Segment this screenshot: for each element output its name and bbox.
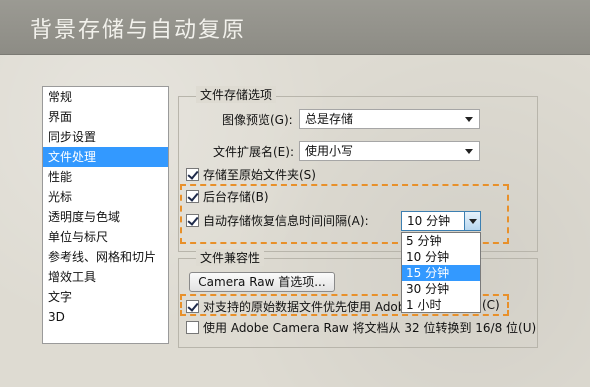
category-cursors[interactable]: 光标 xyxy=(43,187,168,207)
convert-acr-label: 使用 Adobe Camera Raw 将文档从 32 位转换到 16/8 位(… xyxy=(203,321,537,335)
auto-save-interval-value: 10 分钟 xyxy=(407,214,451,228)
interval-option-1hour[interactable]: 1 小时 xyxy=(402,297,480,313)
interval-option-5min[interactable]: 5 分钟 xyxy=(402,233,480,249)
header-banner: 背景存储与自动复原 xyxy=(0,0,590,55)
file-compatibility-title: 文件兼容性 xyxy=(196,249,265,266)
image-preview-value: 总是存储 xyxy=(305,112,354,126)
chevron-down-icon xyxy=(465,149,473,154)
interval-option-10min[interactable]: 10 分钟 xyxy=(402,249,480,265)
auto-save-interval-select[interactable]: 10 分钟 xyxy=(401,211,481,231)
prefer-acr-checkbox[interactable] xyxy=(186,300,199,313)
category-list[interactable]: 常规 界面 同步设置 文件处理 性能 光标 透明度与色域 单位与标尺 参考线、网… xyxy=(42,86,169,344)
category-units-rulers[interactable]: 单位与标尺 xyxy=(43,227,168,247)
interval-option-30min[interactable]: 30 分钟 xyxy=(402,281,480,297)
file-save-options-title: 文件存储选项 xyxy=(196,86,277,103)
category-general[interactable]: 常规 xyxy=(43,87,168,107)
category-transparency-gamut[interactable]: 透明度与色域 xyxy=(43,207,168,227)
background-save-checkbox[interactable] xyxy=(186,190,199,203)
interval-option-15min[interactable]: 15 分钟 xyxy=(402,265,480,281)
prefer-acr-label: 对支持的原始数据文件优先使用 Adob xyxy=(203,300,406,314)
save-original-folder-label: 存储至原始文件夹(S) xyxy=(203,168,316,182)
file-extension-label: 文件扩展名(E): xyxy=(213,145,294,159)
file-extension-select[interactable]: 使用小写 xyxy=(299,141,480,161)
category-interface[interactable]: 界面 xyxy=(43,107,168,127)
auto-save-checkbox[interactable] xyxy=(186,214,199,227)
banner-title: 背景存储与自动复原 xyxy=(30,18,247,43)
chevron-down-icon xyxy=(465,117,473,122)
auto-save-label: 自动存储恢复信息时间间隔(A): xyxy=(203,214,369,228)
interval-dropdown-list[interactable]: 5 分钟 10 分钟 15 分钟 30 分钟 1 小时 xyxy=(401,232,481,313)
image-preview-select[interactable]: 总是存储 xyxy=(299,109,480,129)
category-performance[interactable]: 性能 xyxy=(43,167,168,187)
save-original-folder-checkbox[interactable] xyxy=(186,168,199,181)
file-extension-value: 使用小写 xyxy=(305,144,354,158)
category-plugins[interactable]: 增效工具 xyxy=(43,267,168,287)
image-preview-label: 图像预览(G): xyxy=(222,113,293,127)
chevron-down-icon xyxy=(469,219,477,224)
category-type[interactable]: 文字 xyxy=(43,287,168,307)
convert-acr-checkbox[interactable] xyxy=(186,321,199,334)
background-save-label: 后台存储(B) xyxy=(203,190,269,204)
prefer-acr-label-tail: (C) xyxy=(482,298,500,312)
category-guides-grid-slices[interactable]: 参考线、网格和切片 xyxy=(43,247,168,267)
category-sync-settings[interactable]: 同步设置 xyxy=(43,127,168,147)
category-3d[interactable]: 3D xyxy=(43,307,168,327)
camera-raw-preferences-button[interactable]: Camera Raw 首选项... xyxy=(189,272,335,292)
category-file-handling[interactable]: 文件处理 xyxy=(43,147,168,167)
dropdown-button[interactable] xyxy=(464,212,480,230)
